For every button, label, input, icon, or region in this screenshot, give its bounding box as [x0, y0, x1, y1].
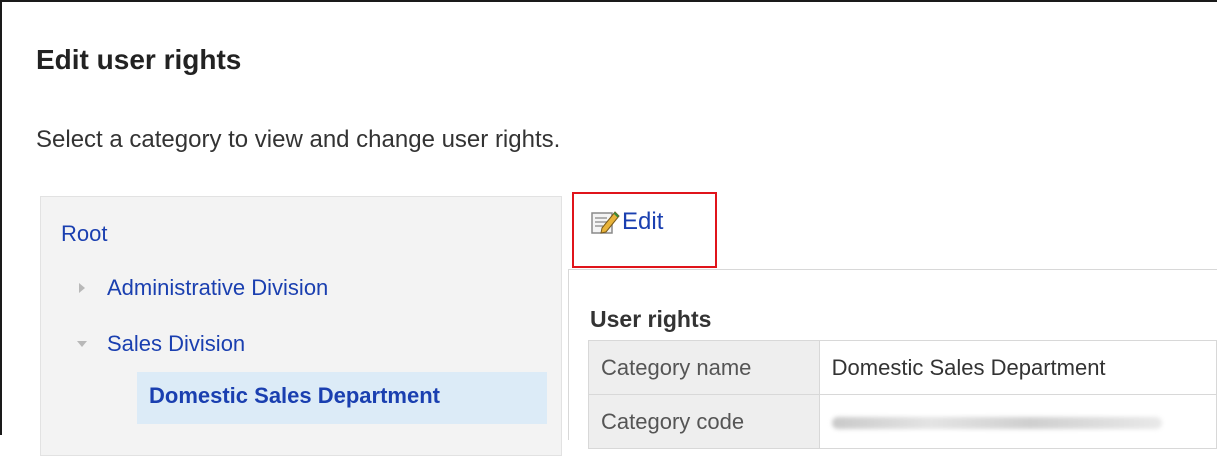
row-label: Category name [588, 340, 820, 395]
edit-label[interactable]: Edit [622, 208, 663, 236]
table-row: Category code [588, 394, 1217, 449]
tree-item-administrative-division[interactable]: Administrative Division [75, 275, 328, 301]
expand-arrow-icon[interactable] [75, 280, 91, 296]
row-label: Category code [588, 394, 820, 449]
row-value-blurred [818, 394, 1217, 449]
tree-item-sales-division[interactable]: Sales Division [75, 331, 245, 357]
page-description: Select a category to view and change use… [36, 126, 561, 153]
edit-button[interactable]: Edit [590, 208, 663, 236]
category-tree: Root Administrative Division Sales Divis… [40, 196, 562, 456]
divider [568, 270, 569, 440]
edit-icon [591, 211, 620, 234]
tree-item-domestic-sales-department[interactable]: Domestic Sales Department [149, 383, 440, 409]
tree-item-label[interactable]: Administrative Division [107, 275, 328, 301]
user-rights-table: Category name Domestic Sales Department … [588, 340, 1217, 449]
redacted-value [831, 416, 1162, 429]
tree-item-label[interactable]: Sales Division [107, 331, 245, 357]
row-value: Domestic Sales Department [818, 340, 1217, 395]
table-row: Category name Domestic Sales Department [588, 340, 1217, 395]
page-title: Edit user rights [36, 44, 242, 75]
divider [568, 269, 1217, 270]
collapse-arrow-icon[interactable] [75, 336, 91, 352]
tree-root-link[interactable]: Root [61, 221, 107, 247]
section-title-user-rights: User rights [590, 306, 712, 332]
